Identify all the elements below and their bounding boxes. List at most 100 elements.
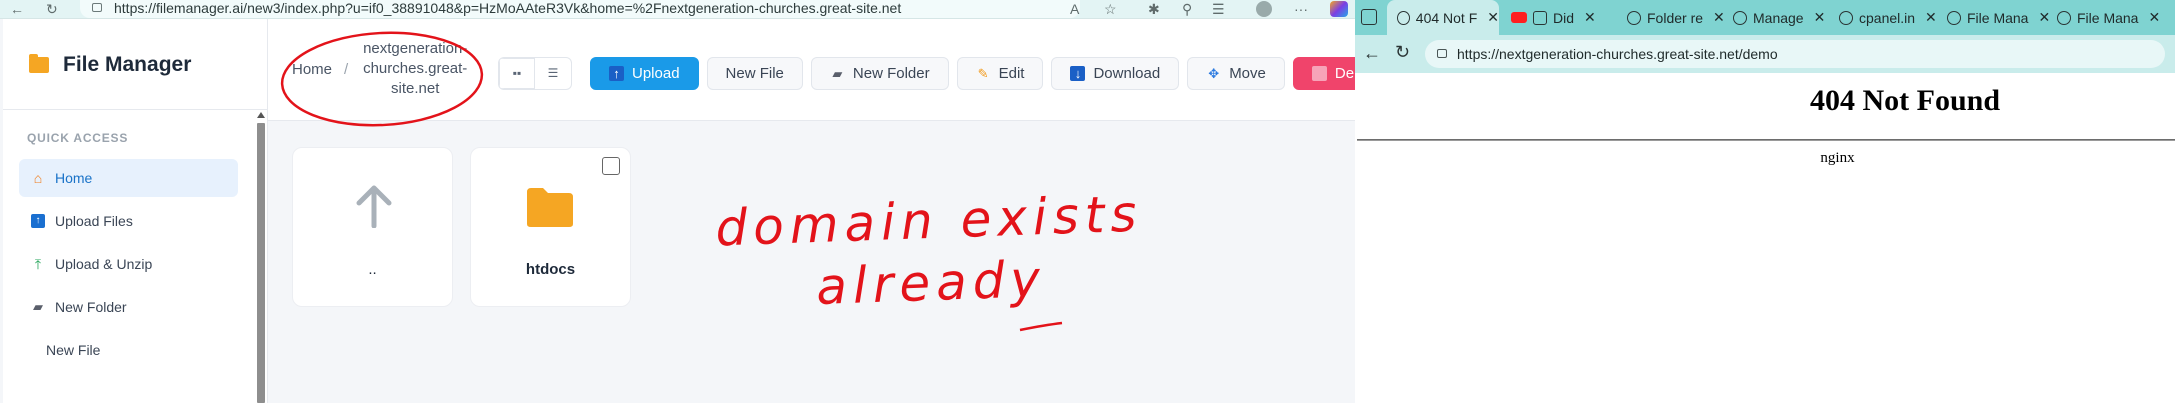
folder-tile-htdocs[interactable]: htdocs <box>470 147 631 307</box>
new-file-button-label: New File <box>725 64 784 82</box>
tab-actions-icon[interactable] <box>1361 9 1377 25</box>
tab-folder[interactable]: Folder re ✕ <box>1621 0 1733 35</box>
tab-file-manager-1[interactable]: File Mana ✕ <box>1941 0 2053 35</box>
new-folder-icon: ▰ <box>33 299 43 314</box>
error-browser-window: 404 Not F ✕ Did ✕ Folder re ✕ Manage ✕ c… <box>1355 0 2175 403</box>
sidebar-item-label: Upload & Unzip <box>55 256 153 272</box>
globe-icon <box>1627 10 1641 25</box>
scrollbar-thumb[interactable] <box>257 123 265 403</box>
tab-file-manager-2[interactable]: File Mana ✕ <box>2051 0 2171 35</box>
tab-label: 404 Not F <box>1415 9 1478 26</box>
left-address-bar[interactable]: https://filemanager.ai/new3/index.php?u=… <box>80 0 1080 18</box>
right-url-text: https://nextgeneration-churches.great-si… <box>1457 46 1778 62</box>
globe-icon <box>1733 10 1747 25</box>
breadcrumb-current: nextgeneration-churches.great-site.net <box>363 40 468 97</box>
close-icon[interactable]: ✕ <box>2038 9 2050 26</box>
delete-button[interactable]: Delete <box>1292 56 1355 90</box>
sidebar-item-label: New Folder <box>55 299 127 315</box>
select-checkbox[interactable] <box>602 157 620 175</box>
left-browser-toolbar: ← ↻ https://filemanager.ai/new3/index.ph… <box>0 0 1355 19</box>
close-icon[interactable]: ✕ <box>1713 9 1725 26</box>
read-aloud-icon[interactable]: A <box>1070 1 1079 17</box>
close-icon[interactable]: ✕ <box>1814 9 1826 26</box>
right-address-bar-row: ← ↻ https://nextgeneration-churches.grea… <box>1355 35 2175 73</box>
tab-label: File Mana <box>2077 9 2139 26</box>
edit-icon: ✎ <box>977 65 989 81</box>
list-view-icon[interactable]: ☰ <box>535 58 571 89</box>
tab-label: File Mana <box>1967 9 2029 26</box>
view-toggle: ▪▪ ☰ <box>498 56 572 90</box>
parent-directory-tile[interactable]: .. <box>292 147 453 307</box>
upload-icon: ↑ <box>609 65 624 81</box>
sidebar-item-upload-files[interactable]: ↑ Upload Files <box>19 202 238 240</box>
new-file-button[interactable]: New File <box>706 56 803 90</box>
download-icon: ↓ <box>1070 65 1086 81</box>
more-menu-icon[interactable]: ··· <box>1294 1 1308 17</box>
tab-label: Did <box>1553 9 1575 26</box>
upload-button[interactable]: ↑ Upload <box>590 56 699 90</box>
breadcrumb-separator: / <box>344 60 349 78</box>
close-icon[interactable]: ✕ <box>2148 9 2160 26</box>
favorite-star-icon[interactable]: ☆ <box>1104 1 1117 17</box>
new-folder-icon: ▰ <box>832 65 843 81</box>
extensions-icon[interactable]: ✱ <box>1148 1 1160 17</box>
move-button[interactable]: ✥ Move <box>1187 56 1285 90</box>
sidebar-item-label: Upload Files <box>55 213 133 229</box>
sidebar-item-new-folder[interactable]: ▰ New Folder <box>19 288 238 326</box>
close-icon[interactable]: ✕ <box>1925 9 1937 26</box>
move-button-label: Move <box>1229 64 1266 82</box>
file-name: htdocs <box>525 261 576 278</box>
edit-button-label: Edit <box>998 64 1025 82</box>
app-title: File Manager <box>63 53 192 76</box>
horizontal-rule <box>1357 139 2175 141</box>
tab-label: cpanel.in <box>1859 9 1916 26</box>
close-icon[interactable]: ✕ <box>1584 9 1596 26</box>
scroll-up-arrow-icon[interactable] <box>257 112 265 118</box>
back-icon[interactable]: ← <box>10 1 24 17</box>
reload-icon[interactable]: ↻ <box>1395 42 1410 63</box>
sidebar-item-new-file[interactable]: New File <box>19 331 238 369</box>
folder-icon <box>527 188 573 227</box>
copilot-icon[interactable] <box>1330 1 1348 17</box>
server-name: nginx <box>1820 150 1855 166</box>
lock-icon <box>1437 49 1447 58</box>
breadcrumb-home[interactable]: Home <box>292 61 332 78</box>
video-icon <box>1533 10 1547 25</box>
quick-access-label: QUICK ACCESS <box>27 131 129 145</box>
right-address-bar[interactable]: https://nextgeneration-churches.great-si… <box>1425 40 2165 68</box>
tab-cpanel[interactable]: cpanel.in ✕ <box>1833 0 1945 35</box>
collections-icon[interactable]: ⚲ <box>1182 1 1192 17</box>
delete-icon <box>1311 65 1327 81</box>
up-arrow-icon <box>356 185 392 228</box>
grid-view-icon[interactable]: ▪▪ <box>499 57 535 89</box>
new-folder-button[interactable]: ▰ New Folder <box>810 56 949 90</box>
tab-manage[interactable]: Manage ✕ <box>1727 0 1839 35</box>
tab-bar: 404 Not F ✕ Did ✕ Folder re ✕ Manage ✕ c… <box>1355 0 2175 35</box>
tab-label: Folder re <box>1647 9 1704 26</box>
sidebar-item-label: New File <box>46 342 101 358</box>
sidebar-scrollbar[interactable] <box>257 112 265 403</box>
tab-404[interactable]: 404 Not F ✕ <box>1387 0 1499 35</box>
breadcrumb: Home / nextgeneration-churches.great-sit… <box>292 39 470 99</box>
divider <box>3 109 268 110</box>
back-icon[interactable]: ← <box>1363 43 1381 64</box>
sidebar-item-home[interactable]: ⌂ Home <box>19 159 238 197</box>
upload-button-label: Upload <box>632 64 680 82</box>
delete-button-label: Delete <box>1334 64 1355 82</box>
reload-icon[interactable]: ↻ <box>46 1 58 17</box>
tab-did[interactable]: Did ✕ <box>1505 0 1617 35</box>
download-button-label: Download <box>1093 64 1161 82</box>
profile-avatar-icon[interactable] <box>1256 1 1272 17</box>
globe-icon <box>2057 10 2071 25</box>
handwritten-annotation: domain exists already <box>698 182 1162 322</box>
upload-files-icon: ↑ <box>31 214 45 228</box>
upload-unzip-icon: ⤒ <box>34 256 42 272</box>
sidebar-item-upload-unzip[interactable]: ⤒ Upload & Unzip <box>19 245 238 283</box>
close-icon[interactable]: ✕ <box>1487 9 1499 26</box>
left-url-text: https://filemanager.ai/new3/index.php?u=… <box>114 0 902 16</box>
edit-button[interactable]: ✎ Edit <box>956 56 1044 90</box>
file-name: .. <box>368 261 377 278</box>
download-button[interactable]: ↓ Download <box>1051 56 1180 90</box>
sidebar: File Manager QUICK ACCESS ⌂ Home ↑ Uploa… <box>3 19 268 403</box>
favorites-bar-icon[interactable]: ☰ <box>1212 1 1225 17</box>
